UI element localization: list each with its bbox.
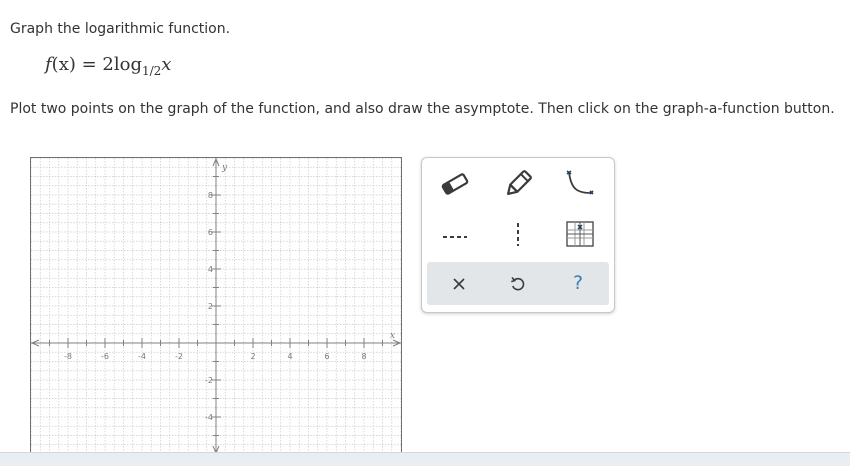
- x-tick-label: 6: [324, 352, 329, 361]
- x-tick-label: -6: [101, 352, 109, 361]
- function-formula: f(x) = 2log1/2x: [45, 54, 171, 78]
- toolbox-action-bar: ?: [427, 262, 609, 305]
- horizontal-asymptote-tool-button[interactable]: [435, 214, 475, 254]
- formula-variable: x: [161, 54, 172, 75]
- x-axis-label: x: [390, 331, 395, 341]
- y-tick-label: 2: [208, 302, 213, 311]
- x-tick-label: 2: [250, 352, 255, 361]
- x-tick-label: -4: [138, 352, 146, 361]
- undo-icon: [511, 276, 525, 290]
- pencil-icon: [507, 170, 532, 195]
- x-tick-label: -2: [175, 352, 183, 361]
- help-icon: ?: [572, 272, 584, 294]
- help-button[interactable]: ?: [558, 265, 598, 302]
- y-tick-label: -2: [205, 376, 213, 385]
- graph-a-function-button[interactable]: [560, 214, 600, 254]
- formula-equals-log: = 2log: [75, 54, 142, 75]
- y-axis-label: y: [221, 163, 228, 173]
- question-instruction: Plot two points on the graph of the func…: [10, 101, 835, 117]
- undo-button[interactable]: [498, 265, 538, 302]
- question-prompt: Graph the logarithmic function.: [10, 21, 231, 37]
- pencil-tool-button[interactable]: [498, 164, 538, 204]
- x-tick-label: 8: [361, 352, 366, 361]
- vertical-dashed-line-icon: [517, 223, 519, 246]
- graphing-area[interactable]: -8 -6 -4 -2 2 4 6 8 8 6 4 2 -2 -4 x y: [30, 157, 402, 454]
- coordinate-plane[interactable]: -8 -6 -4 -2 2 4 6 8 8 6 4 2 -2 -4 x y: [31, 158, 401, 454]
- x-tick-label: -8: [64, 352, 72, 361]
- curve-tool-button[interactable]: [560, 164, 600, 204]
- graph-function-icon: [566, 221, 594, 247]
- formula-log-base: 1/2: [141, 64, 162, 78]
- close-icon: [453, 277, 465, 290]
- clear-button[interactable]: [439, 265, 479, 302]
- graphing-toolbox: ?: [421, 157, 615, 313]
- formula-argument: (x): [51, 54, 76, 75]
- segment-tool-button[interactable]: [435, 164, 475, 204]
- y-tick-label: -4: [205, 413, 213, 422]
- horizontal-dashed-line-icon: [443, 236, 467, 238]
- curve-tool-icon: [566, 170, 594, 195]
- y-tick-label: 8: [208, 191, 213, 200]
- x-tick-label: 4: [287, 352, 292, 361]
- segment-tool-icon: [441, 173, 469, 195]
- y-tick-label: 4: [208, 265, 213, 274]
- vertical-asymptote-tool-button[interactable]: [498, 214, 538, 254]
- y-tick-label: 6: [208, 228, 213, 237]
- bottom-bar: [0, 452, 850, 466]
- formula-function-name: f: [45, 54, 52, 75]
